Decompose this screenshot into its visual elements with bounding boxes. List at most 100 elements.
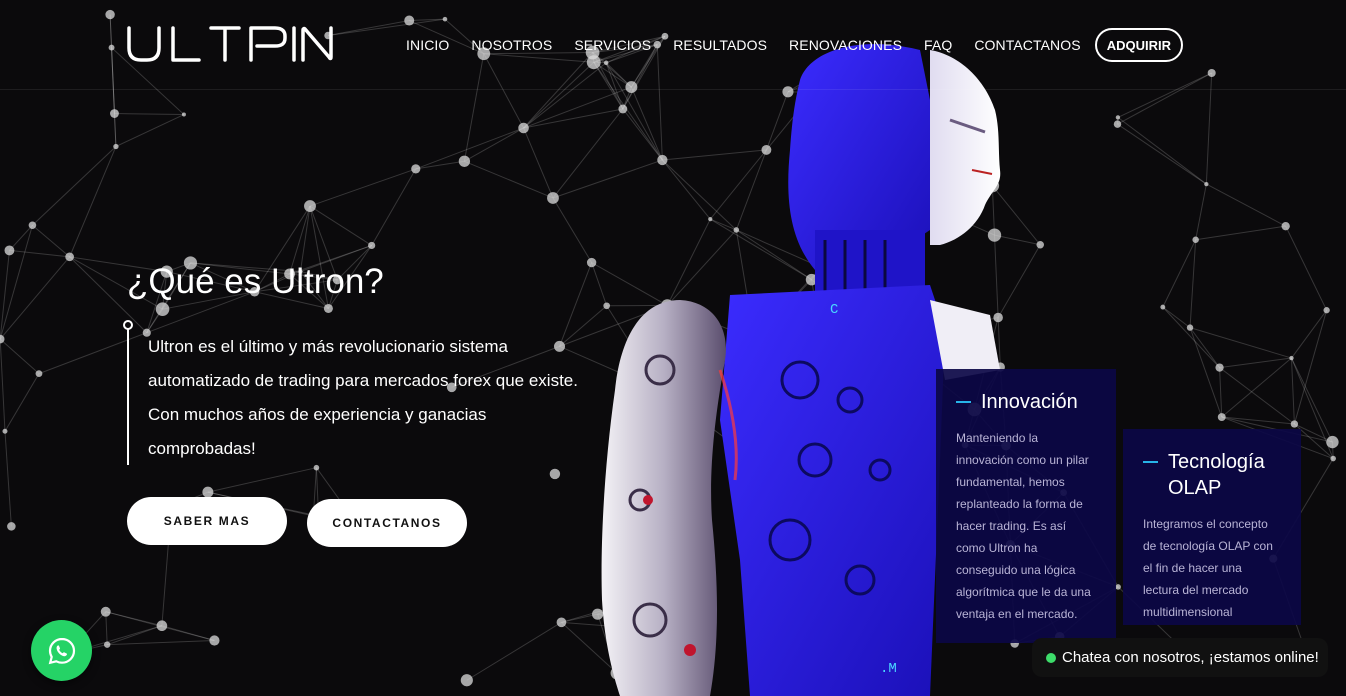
network-link [32,224,70,258]
nav-item-nosotros[interactable]: NOSOTROS [471,37,552,53]
hero-divider-dot [123,320,133,330]
network-link [115,114,185,147]
nav-item-faq[interactable]: FAQ [924,37,952,53]
network-link [161,625,215,641]
network-link [38,332,147,375]
network-node [1290,420,1299,428]
network-node [110,109,119,118]
main-nav: INICIO NOSOTROS SERVICIOS RESULTADOS REN… [395,27,1183,63]
network-link [552,197,593,263]
network-node [103,641,111,648]
network-link [309,168,416,207]
network-node [1036,241,1044,249]
network-link [1117,116,1207,185]
network-link [309,205,372,246]
ultron-logo[interactable] [127,26,333,62]
network-link [1219,357,1292,369]
network-node [1113,120,1122,128]
network-node [209,635,220,646]
network-node [547,192,559,204]
network-node [549,468,561,480]
network-node [304,200,316,213]
network-node [518,122,529,134]
network-node [1281,221,1290,231]
network-link [1195,225,1286,241]
chat-online-bubble[interactable]: Chatea con nosotros, ¡estamos online! [1032,638,1328,677]
network-node [1204,181,1209,187]
network-link [1117,123,1207,185]
network-link [1219,367,1223,418]
network-node [28,221,37,230]
network-link [415,160,465,170]
network-node [156,620,168,632]
accent-dash [956,401,971,403]
network-link [0,256,71,340]
network-link [107,625,163,646]
network-node [1115,115,1121,120]
card-heading: Tecnología OLAP [1143,449,1281,501]
network-node [65,252,74,262]
network-link [1189,239,1197,328]
network-node [155,302,170,316]
network-link [4,431,12,527]
network-node [586,257,597,268]
network-node [411,164,421,174]
hero-description: Ultron es el último y más revolucionario… [148,337,578,458]
nav-item-inicio[interactable]: INICIO [406,37,449,53]
card-heading: Innovación [956,389,1096,415]
network-node [202,486,214,498]
network-link [32,146,117,226]
network-node [1217,413,1226,422]
nav-item-renovaciones[interactable]: RENOVACIONES [789,37,902,53]
network-node [2,428,8,434]
network-link [1285,225,1328,311]
network-link [466,621,562,681]
network-link [0,339,6,432]
network-node [113,143,119,150]
network-node [1160,304,1166,310]
network-link [1189,327,1292,359]
nav-item-contactanos[interactable]: CONTACTANOS [974,37,1080,53]
network-link [0,250,10,340]
network-link [114,113,184,116]
network-link [1189,327,1220,368]
whatsapp-icon [48,637,75,664]
nav-item-servicios[interactable]: SERVICIOS [574,37,651,53]
card-text: Manteniendo la innovación como un pilar … [956,431,1091,621]
network-node [1289,355,1294,361]
network-link [1293,310,1328,425]
network-link [464,127,524,162]
network-node [7,522,16,531]
network-link [4,373,40,432]
network-link [1221,416,1295,425]
network-node [4,245,15,256]
hero-divider-line [127,325,129,465]
network-node [181,112,186,117]
network-node [1326,435,1339,449]
network-node [458,155,471,167]
chat-bubble-text: Chatea con nosotros, ¡estamos online! [1062,649,1319,666]
network-link [105,611,108,645]
network-link [1290,358,1295,425]
hero-title: ¿Qué es Ultron? [127,262,384,301]
network-node [556,617,567,628]
network-node [1330,455,1336,462]
network-node [1323,307,1330,314]
card-title: Tecnología OLAP [1168,451,1265,499]
whatsapp-button[interactable] [31,620,92,681]
adquirir-button[interactable]: ADQUIRIR [1094,28,1183,62]
robot-label-m: .M [880,661,897,677]
network-link [69,146,117,258]
network-node [323,303,333,314]
network-link [1195,183,1207,240]
contactanos-button[interactable]: CONTACTANOS [307,499,467,547]
nav-item-resultados[interactable]: RESULTADOS [673,37,767,53]
network-link [1162,306,1191,329]
feature-card-innovacion: Innovación Manteniendo la innovación com… [936,369,1116,643]
saber-mas-button[interactable]: SABER MAS [127,497,287,545]
network-node [100,606,111,617]
network-link [371,168,417,246]
robot-label-c: C [830,302,838,318]
card-text: Integramos el concepto de tecnología OLA… [1143,517,1273,619]
network-node [35,370,43,378]
